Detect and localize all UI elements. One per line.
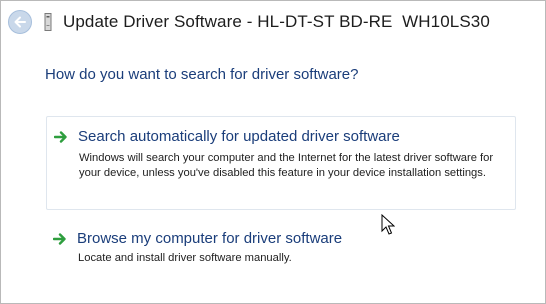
green-arrow-icon — [54, 131, 67, 143]
page-heading: How do you want to search for driver sof… — [45, 66, 359, 83]
optical-drive-icon — [44, 13, 52, 31]
dialog-window: Update Driver Software - HL-DT-ST BD-RE … — [0, 0, 546, 304]
window-title: Update Driver Software - HL-DT-ST BD-RE … — [63, 12, 490, 31]
option-description: Locate and install driver software manua… — [78, 252, 292, 264]
back-arrow-icon — [14, 16, 26, 28]
option-description: Windows will search your computer and th… — [79, 152, 494, 179]
green-arrow-icon — [53, 233, 66, 245]
mouse-cursor-icon — [381, 214, 395, 235]
title-bar: Update Driver Software - HL-DT-ST BD-RE … — [1, 1, 545, 43]
browse-computer-option[interactable]: Browse my computer for driver software L… — [46, 226, 516, 286]
option-title: Browse my computer for driver software — [77, 230, 343, 247]
back-button[interactable] — [8, 10, 32, 34]
dialog-content: How do you want to search for driver sof… — [1, 43, 545, 303]
search-automatically-option[interactable]: Search automatically for updated driver … — [46, 116, 516, 210]
option-title: Search automatically for updated driver … — [78, 128, 400, 145]
